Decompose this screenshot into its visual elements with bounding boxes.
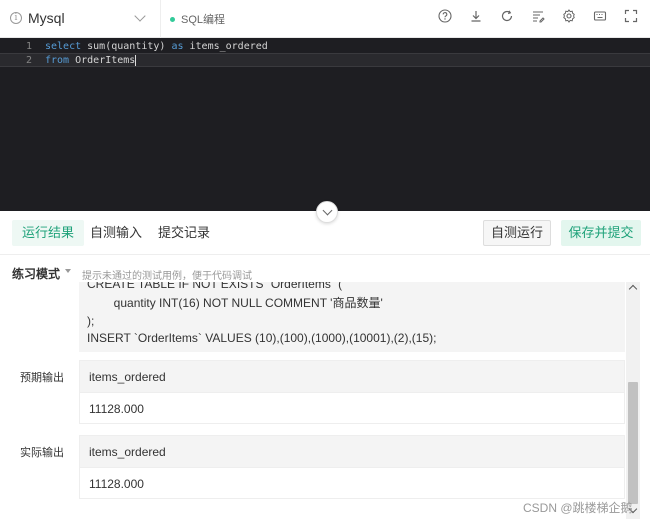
download-icon[interactable] (469, 9, 483, 23)
actual-output-box: items_ordered 11128.000 (79, 435, 625, 499)
test-case-line: quantity INT(16) NOT NULL COMMENT '商品数量' (87, 296, 383, 310)
chevron-down-icon (322, 205, 332, 216)
practice-mode-select[interactable]: 练习模式 (12, 265, 60, 282)
line-number: 2 (25, 55, 32, 66)
collapse-editor-button[interactable] (316, 201, 338, 223)
fullscreen-icon[interactable] (624, 9, 638, 23)
test-case-line: CREATE TABLE IF NOT EXISTS `OrderItems` … (87, 282, 343, 291)
status-dot (170, 16, 175, 22)
keyboard-icon[interactable] (593, 9, 607, 23)
sql-tag-label: SQL编程 (181, 14, 226, 26)
caret-down-icon[interactable] (65, 269, 71, 273)
keyword: select (45, 41, 82, 52)
tab-submission-history[interactable]: 提交记录 (148, 220, 220, 246)
expected-value: 11128.000 (89, 402, 144, 416)
actual-output-label: 实际输出 (20, 447, 64, 459)
line-number: 1 (25, 41, 32, 52)
test-case-box: CREATE TABLE IF NOT EXISTS `OrderItems` … (79, 282, 625, 352)
scroll-up-icon[interactable] (628, 284, 638, 294)
refresh-icon[interactable] (500, 9, 514, 23)
code-text: select sum(quantity) as items_ordered (45, 40, 268, 54)
database-select[interactable]: i Mysql (10, 5, 156, 31)
test-run-button[interactable]: 自测运行 (483, 220, 551, 246)
toolbar-icons (438, 9, 638, 23)
practice-hint: 提示未通过的测试用例，便于代码调试 (82, 271, 252, 282)
editor-line: 1 select sum(quantity) as items_ordered (0, 40, 650, 54)
info-icon: i (10, 12, 22, 24)
format-icon[interactable] (531, 9, 545, 23)
test-case-line: INSERT `OrderItems` VALUES (10),(100),(1… (87, 331, 437, 345)
vertical-scrollbar[interactable] (626, 282, 640, 519)
test-case-line: ); (87, 314, 95, 328)
top-toolbar: i Mysql SQL编程 (0, 0, 650, 38)
text-cursor (135, 54, 137, 66)
code-fragment: sum(quantity) (81, 41, 172, 52)
settings-icon[interactable] (562, 9, 576, 23)
expected-output-label: 预期输出 (20, 372, 64, 384)
scroll-thumb[interactable] (628, 382, 638, 504)
toolbar-divider (160, 0, 161, 38)
tab-custom-input[interactable]: 自测输入 (80, 220, 152, 246)
save-submit-button[interactable]: 保存并提交 (561, 220, 641, 246)
code-editor[interactable]: 1 select sum(quantity) as items_ordered … (0, 38, 650, 211)
result-content[interactable]: CREATE TABLE IF NOT EXISTS `OrderItems` … (0, 282, 650, 519)
actual-value: 11128.000 (89, 477, 144, 491)
sql-tag: SQL编程 (170, 11, 225, 27)
help-icon[interactable] (438, 9, 452, 23)
tab-run-result[interactable]: 运行结果 (12, 220, 85, 246)
code-text: from OrderItems (45, 54, 137, 68)
code-fragment: OrderItems (69, 55, 136, 66)
keyword: from (45, 55, 70, 66)
expected-column-header: items_ordered (80, 361, 624, 393)
expected-output-box: items_ordered 11128.000 (79, 360, 625, 424)
chevron-down-icon (134, 10, 146, 22)
editor-line-active: 2 from OrderItems (0, 53, 650, 67)
watermark: CSDN @跳楼梯企鹅 (523, 501, 633, 515)
actual-column-header: items_ordered (80, 436, 624, 468)
code-fragment: items_ordered (183, 41, 268, 52)
keyword: as (171, 41, 184, 52)
database-label: Mysql (28, 10, 65, 26)
